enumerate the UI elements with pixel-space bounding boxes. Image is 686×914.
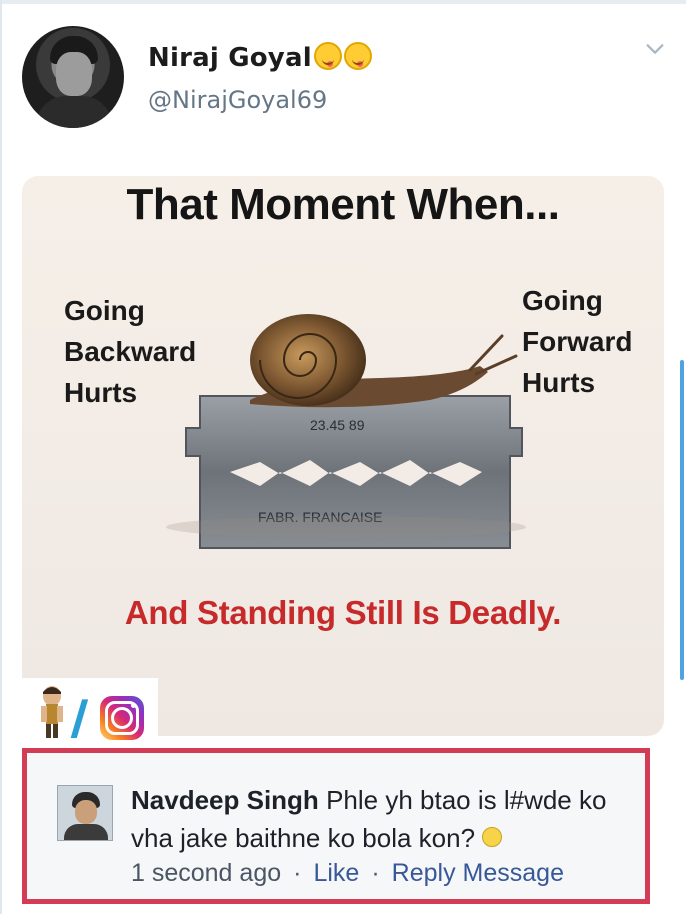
chevron-down-icon[interactable] [644,38,666,60]
like-link[interactable]: Like [313,859,359,887]
comment-body: Navdeep Singh Phle yh btao is l#wde ko v… [131,781,631,857]
user-handle[interactable]: @NirajGoyal69 [148,86,327,114]
left-divider [0,0,2,914]
meme-tagline: And Standing Still Is Deadly. [124,594,562,631]
scrollbar[interactable] [680,360,684,680]
meme-image[interactable]: That Moment When... Going Backward Hurts… [22,176,664,736]
comment-actions: 1 second ago · Like · Reply Message [131,859,564,888]
yum-emoji-icon-2 [343,42,372,70]
display-name-text: Niraj Goyal [148,43,312,73]
yum-emoji-icon [313,42,342,70]
top-divider [0,0,686,4]
comment-timestamp: 1 second ago [131,859,282,887]
snail-on-razor-illustration: 23.45 89 FABR. FRANCAISE [130,296,560,586]
instagram-icon [100,696,144,740]
smiley-icon [482,827,503,847]
highlighted-comment: Navdeep Singh Phle yh btao is l#wde ko v… [22,748,650,904]
message-link[interactable]: Message [463,859,564,887]
avatar[interactable] [22,26,124,128]
separator-dot-2: · [371,859,380,887]
blade-text-top: 23.45 89 [310,417,365,433]
commenter-avatar[interactable] [57,785,113,841]
display-name[interactable]: Niraj Goyal [148,42,372,73]
meme-title: That Moment When... [126,180,560,229]
reply-link[interactable]: Reply [392,859,456,887]
commenter-name[interactable]: Navdeep Singh [131,785,319,815]
separator-dot: · [293,859,302,887]
cartoon-person-icon [41,686,63,738]
